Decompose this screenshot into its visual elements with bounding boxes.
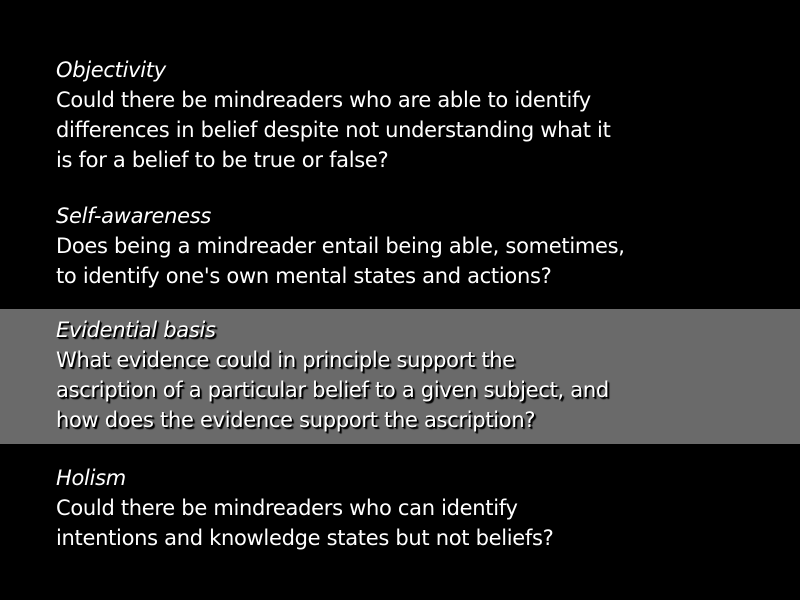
section-text-line: differences in belief despite not unders…	[56, 118, 611, 142]
section-holism: Holism Could there be mindreaders who ca…	[0, 463, 800, 553]
section-objectivity: Objectivity Could there be mindreaders w…	[0, 55, 800, 175]
section-title: Holism	[56, 466, 126, 490]
section-text-line: Could there be mindreaders who are able …	[56, 88, 591, 112]
section-title: Evidential basis	[56, 318, 216, 342]
section-text-line: how does the evidence support the ascrip…	[56, 408, 536, 432]
section-title: Objectivity	[56, 58, 166, 82]
section-self-awareness: Self-awareness Does being a mindreader e…	[0, 201, 800, 291]
slide: Objectivity Could there be mindreaders w…	[0, 0, 800, 600]
section-evidential-basis-highlighted: Evidential basis What evidence could in …	[0, 309, 800, 444]
section-title: Self-awareness	[56, 204, 212, 228]
section-text-line: is for a belief to be true or false?	[56, 148, 389, 172]
section-text-line: Could there be mindreaders who can ident…	[56, 496, 518, 520]
section-text-line: to identify one's own mental states and …	[56, 264, 552, 288]
section-text-line: ascription of a particular belief to a g…	[56, 378, 609, 402]
section-text-line: What evidence could in principle support…	[56, 348, 515, 372]
section-text-line: intentions and knowledge states but not …	[56, 526, 554, 550]
section-text-line: Does being a mindreader entail being abl…	[56, 234, 625, 258]
